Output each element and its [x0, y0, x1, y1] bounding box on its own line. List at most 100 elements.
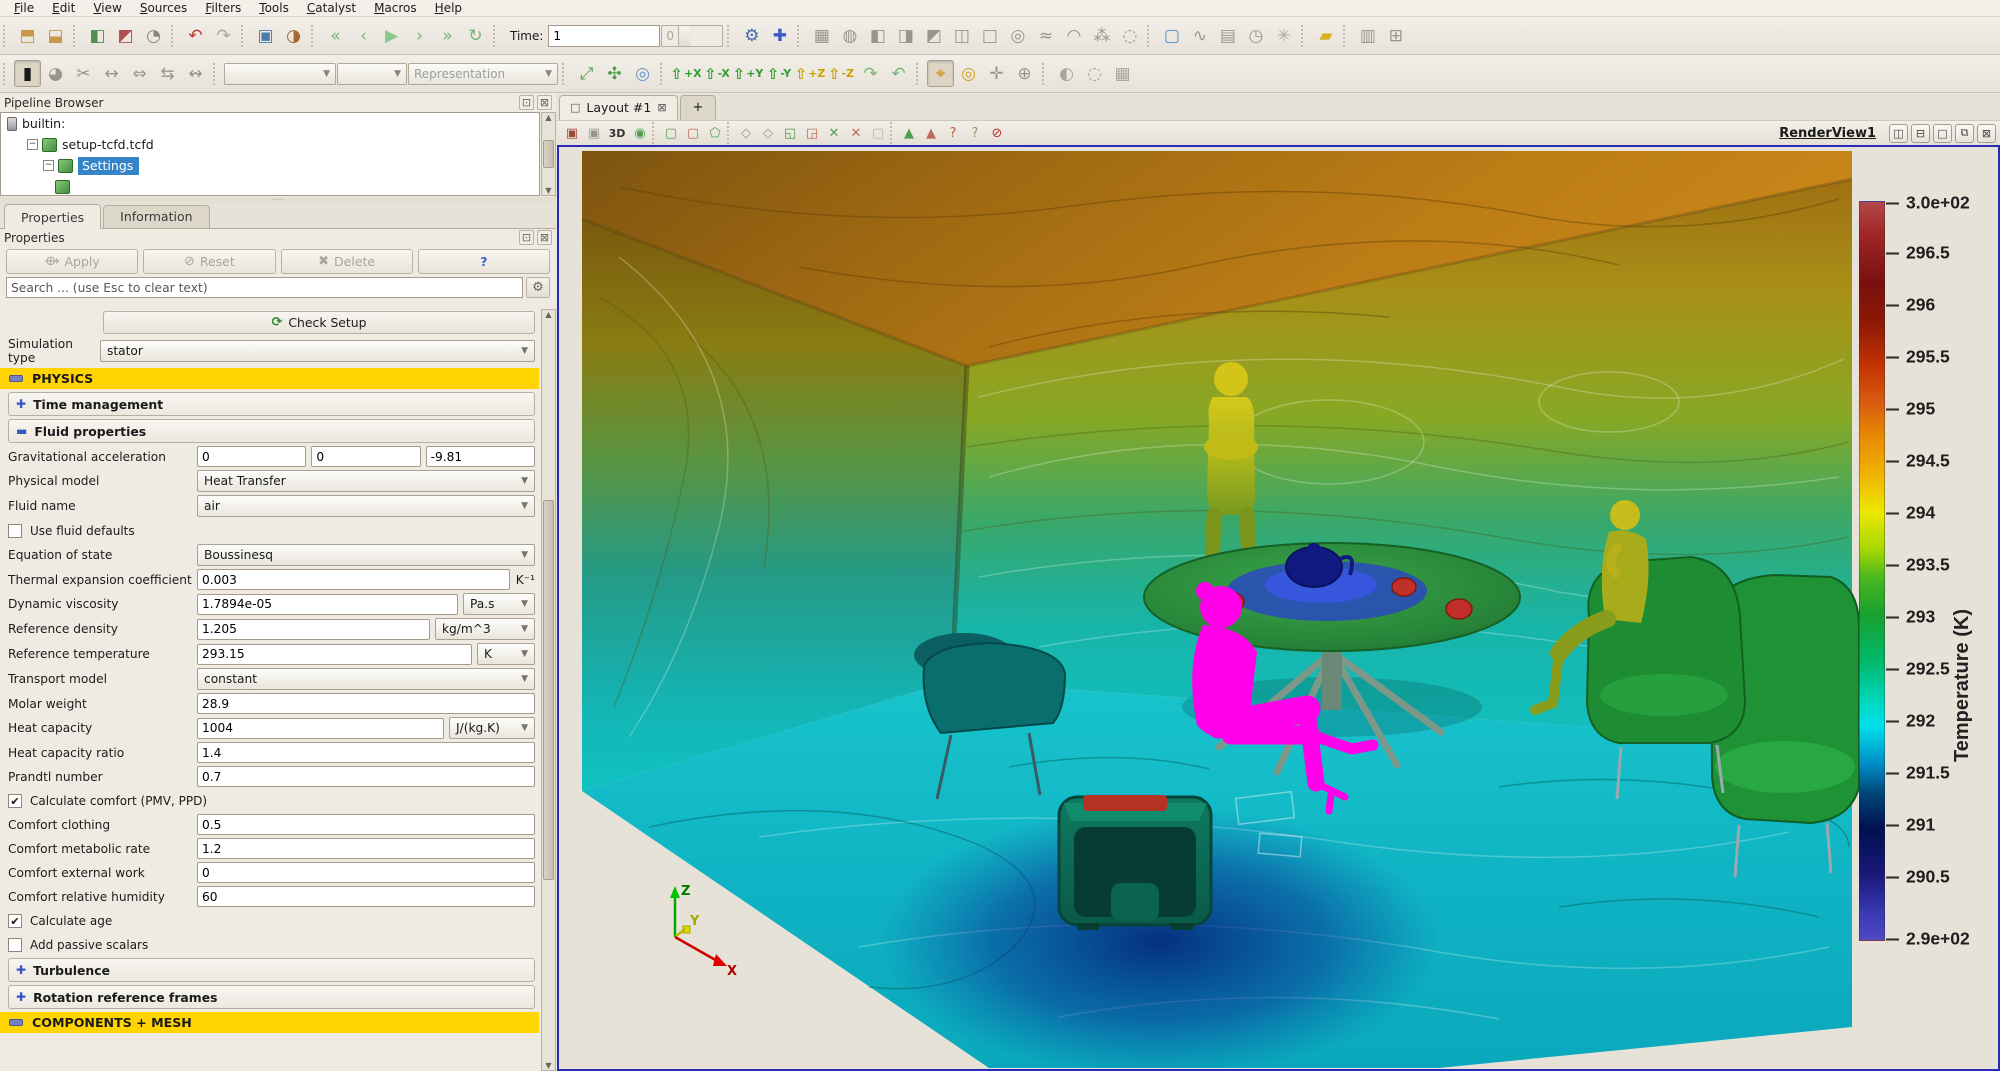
- close-view-icon[interactable]: ⊠: [1977, 124, 1996, 143]
- rescale-custom-icon[interactable]: ⇔: [126, 60, 153, 87]
- scroll-thumb[interactable]: [543, 140, 554, 168]
- load-palette-icon[interactable]: ◑: [280, 22, 307, 49]
- pick-center-icon[interactable]: ✛: [983, 60, 1010, 87]
- connect-icon[interactable]: ◧: [84, 22, 111, 49]
- redo-icon[interactable]: ↷: [210, 22, 237, 49]
- color-legend-bar[interactable]: [1859, 201, 1885, 941]
- find-data-icon[interactable]: ▢: [1158, 22, 1185, 49]
- tab-information[interactable]: Information: [103, 205, 209, 228]
- physical-model-combo[interactable]: Heat Transfer▼: [197, 470, 535, 492]
- checkbox-calculate-age[interactable]: ✔: [8, 914, 22, 928]
- menu-view[interactable]: View: [85, 0, 129, 16]
- interactive-select-cells-icon[interactable]: ▲: [898, 123, 920, 144]
- checkbox-calculate-comfort-pmv-ppd-[interactable]: ✔: [8, 794, 22, 808]
- apply-button[interactable]: ⟴Apply: [6, 249, 138, 274]
- pipeline-item-settings[interactable]: −Settings: [1, 155, 539, 176]
- symmetry-icon[interactable]: ✳: [1270, 22, 1297, 49]
- subtract-selection-icon[interactable]: ✕: [845, 123, 867, 144]
- slice-icon[interactable]: ◨: [892, 22, 919, 49]
- section-time-management[interactable]: ✚Time management: [8, 392, 535, 416]
- next-frame-icon[interactable]: ›: [406, 22, 433, 49]
- panel-splitter[interactable]: ······: [0, 197, 556, 204]
- capture-screenshot-icon[interactable]: ▣: [561, 123, 583, 144]
- ruler-icon[interactable]: ▰: [1312, 22, 1339, 49]
- tree-expander-icon[interactable]: −: [27, 139, 38, 150]
- pipeline-scrollbar[interactable]: ▲ ▼: [541, 112, 556, 196]
- close-icon[interactable]: ⊠: [537, 230, 552, 245]
- equation-of-state-combo[interactable]: Boussinesq▼: [197, 544, 535, 566]
- plot-over-line-icon[interactable]: ∿: [1186, 22, 1213, 49]
- section-rotation-reference-frames[interactable]: ✚Rotation reference frames: [8, 985, 535, 1009]
- loop-icon[interactable]: ↻: [462, 22, 489, 49]
- section-turbulence[interactable]: ✚Turbulence: [8, 958, 535, 982]
- search-options-gear-icon[interactable]: ⚙: [526, 277, 550, 298]
- group-datasets-icon[interactable]: ◌: [1116, 22, 1143, 49]
- warp-icon[interactable]: ◠: [1060, 22, 1087, 49]
- check-setup-button[interactable]: ⟳Check Setup: [103, 311, 535, 334]
- select-block-icon[interactable]: ◱: [779, 123, 801, 144]
- view-minus-x-button[interactable]: ⇧-X: [702, 61, 732, 87]
- threshold-icon[interactable]: ◩: [920, 22, 947, 49]
- reset-button[interactable]: ⊘Reset: [143, 249, 275, 274]
- transport-model-combo[interactable]: constant▼: [197, 668, 535, 690]
- render-viewport[interactable]: Z Y X Temperature (K) 3.0e+02296.5296295…: [557, 145, 2000, 1071]
- toggle-color-legend-icon[interactable]: ▮: [14, 60, 41, 87]
- reset-session-icon[interactable]: ◔: [140, 22, 167, 49]
- open-file-icon[interactable]: ⬒: [14, 22, 41, 49]
- rotate-90-cw-icon[interactable]: ↷: [857, 60, 884, 87]
- save-data-icon[interactable]: ⬓: [42, 22, 69, 49]
- reference-density-unit-combo[interactable]: kg/m^3▼: [435, 618, 535, 640]
- view-plus-y-button[interactable]: ⇧+Y: [733, 61, 763, 87]
- header-components-mesh[interactable]: COMPONENTS + MESH: [0, 1012, 539, 1033]
- add-source-icon[interactable]: ✚: [766, 22, 793, 49]
- reference-temperature-unit-combo[interactable]: K▼: [477, 643, 535, 665]
- fluid-name-combo[interactable]: air▼: [197, 495, 535, 517]
- toggle-selection-icon[interactable]: ▢: [867, 123, 889, 144]
- dynamic-viscosity-unit-combo[interactable]: Pa.s▼: [463, 593, 535, 615]
- comfort-relative-humidity-input[interactable]: [197, 886, 535, 907]
- ellipsoid-icon[interactable]: ◎: [1004, 22, 1031, 49]
- menu-help[interactable]: Help: [427, 0, 470, 16]
- comfort-clothing-input[interactable]: [197, 814, 535, 835]
- hover-cells-icon[interactable]: ?: [942, 123, 964, 144]
- section-fluid-properties[interactable]: ▬Fluid properties: [8, 419, 535, 443]
- thermal-expansion-coefficient-input[interactable]: [197, 569, 510, 590]
- gravitational-acceleration-input-1[interactable]: [311, 446, 420, 467]
- plot-over-time-icon[interactable]: ◷: [1242, 22, 1269, 49]
- view-minus-z-button[interactable]: ⇧-Z: [826, 61, 856, 87]
- disconnect-icon[interactable]: ◩: [112, 22, 139, 49]
- checkbox-add-passive-scalars[interactable]: [8, 938, 22, 952]
- split-view-vertical-icon[interactable]: ⊟: [1911, 124, 1930, 143]
- render-scene[interactable]: Z Y X: [559, 147, 1998, 1068]
- scroll-up-icon[interactable]: ▲: [545, 310, 551, 319]
- view-plus-x-button[interactable]: ⇧+X: [671, 61, 701, 87]
- representation-combo[interactable]: Representation▼: [408, 63, 558, 85]
- checkbox-use-fluid-defaults[interactable]: [8, 524, 22, 538]
- menu-file[interactable]: File: [6, 0, 42, 16]
- prandtl-number-input[interactable]: [197, 766, 535, 787]
- edit-color-legend-icon[interactable]: ▥: [1354, 22, 1381, 49]
- properties-scrollbar[interactable]: ▲ ▼: [541, 309, 556, 1071]
- menu-tools[interactable]: Tools: [251, 0, 297, 16]
- select-cells-polygon-icon[interactable]: ⬠: [704, 123, 726, 144]
- separate-color-map-icon[interactable]: ✂: [70, 60, 97, 87]
- rescale-to-data-icon[interactable]: ↔: [98, 60, 125, 87]
- heat-capacity-unit-combo[interactable]: J/(kg.K)▼: [449, 717, 535, 739]
- tree-expander-icon[interactable]: −: [43, 160, 54, 171]
- new-layout-tab[interactable]: +: [680, 95, 717, 120]
- close-icon[interactable]: ⊠: [537, 95, 552, 110]
- dynamic-viscosity-input[interactable]: [197, 594, 458, 615]
- calculator-icon[interactable]: ▦: [808, 22, 835, 49]
- show-center-of-rotation-icon[interactable]: ◎: [955, 60, 982, 87]
- adjust-camera-icon[interactable]: ◉: [629, 123, 651, 144]
- maximize-view-icon[interactable]: □: [1933, 124, 1952, 143]
- pipeline-item-setup-tcfd-tcfd[interactable]: −setup-tcfd.tcfd: [1, 134, 539, 155]
- molar-weight-input[interactable]: [197, 693, 535, 714]
- layout-tab[interactable]: □ Layout #1 ⊠: [559, 95, 678, 120]
- glyph-disc-icon[interactable]: ◍: [836, 22, 863, 49]
- cube-icon[interactable]: □: [976, 22, 1003, 49]
- menu-sources[interactable]: Sources: [132, 0, 195, 16]
- menu-filters[interactable]: Filters: [197, 0, 249, 16]
- stereo-mode-icon[interactable]: ◐: [1053, 60, 1080, 87]
- clear-selection-icon[interactable]: ⊘: [986, 123, 1008, 144]
